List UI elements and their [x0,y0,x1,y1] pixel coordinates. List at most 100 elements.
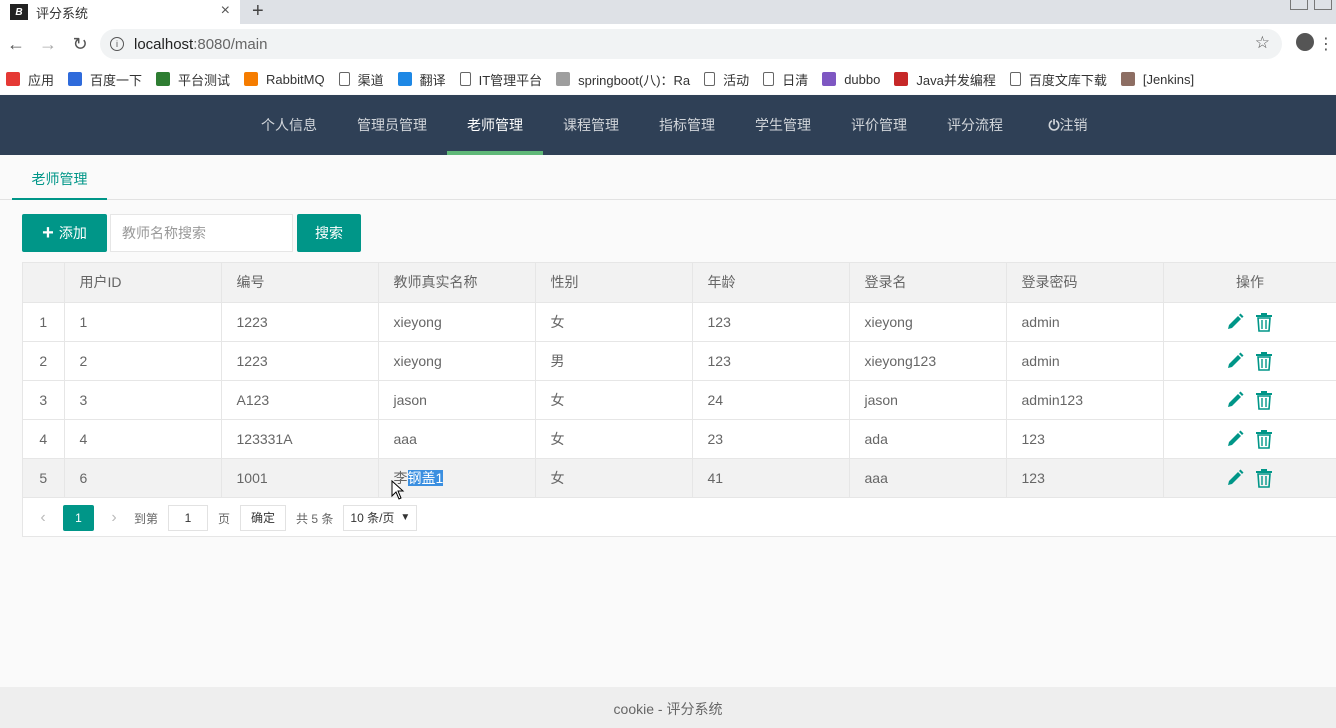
table-row[interactable]: 5 6 1001 李钢盖1 女 41 aaa 123 [23,458,1336,498]
header-index [23,263,65,303]
header-gender[interactable]: 性别 [535,263,693,303]
table-row[interactable]: 4 4 123331A aaa 女 23 ada 123 [23,419,1336,459]
cell-login-password: admin123 [1006,380,1164,420]
forward-icon[interactable]: → [32,34,64,55]
bookmark-item[interactable]: dubbo [822,72,880,87]
cell-teacher-name: aaa [378,419,536,459]
edit-icon[interactable] [1226,391,1244,409]
prev-page-icon[interactable]: ‹ [29,509,57,527]
header-login-name[interactable]: 登录名 [849,263,1007,303]
bookmark-item[interactable]: 活动 [704,70,749,89]
back-icon[interactable]: ← [0,34,32,55]
bookmark-item[interactable]: IT管理平台 [459,70,542,89]
table-row[interactable]: 2 2 1223 xieyong 男 123 xieyong123 admin [23,341,1336,381]
next-page-icon[interactable]: › [100,509,128,527]
browser-tab-bar: B 评分系统 × + [0,0,1336,24]
bookmark-item[interactable]: 渠道 [338,70,384,89]
table-row[interactable]: 1 1 1223 xieyong 女 123 xieyong admin [23,302,1336,342]
cell-row-index: 4 [23,419,65,459]
cell-gender: 女 [535,458,693,498]
cell-teacher-name: xieyong [378,302,536,342]
pagination: ‹ 1 › 到第 1 页 确定 共 5 条 10 条/页 ▼ [23,499,1336,537]
teacher-search-input[interactable] [110,214,293,252]
minimize-icon[interactable] [1290,0,1308,10]
cell-teacher-name: jason [378,380,536,420]
bookmark-item[interactable]: Java并发编程 [894,70,996,89]
goto-confirm-button[interactable]: 确定 [240,505,287,531]
cell-login-password: admin [1006,302,1164,342]
bookmark-item[interactable]: springboot(八)：Ra [556,70,690,89]
nav-item-student-management[interactable]: 学生管理 [747,95,819,155]
cell-row-index: 2 [23,341,65,381]
bookmark-item[interactable]: RabbitMQ [244,72,325,87]
delete-icon[interactable] [1254,312,1274,332]
edit-icon[interactable] [1226,430,1244,448]
cell-login-name: xieyong123 [849,341,1007,381]
bookmark-item[interactable]: 翻译 [397,70,446,89]
site-info-icon[interactable]: i [110,37,124,51]
edit-icon[interactable] [1226,469,1244,487]
cell-age: 123 [692,302,850,342]
tab-teacher-management[interactable]: 老师管理 [12,155,107,200]
cell-login-name: aaa [849,458,1007,498]
page-size-select[interactable]: 10 条/页 ▼ [343,505,418,531]
teacher-table: 用户ID 编号 教师真实名称 性别 年龄 登录名 登录密码 操作 1 1 1223 x… [22,262,1336,537]
bookmark-item[interactable]: 应用 [6,70,54,89]
nav-item-logout[interactable]: ⏻注销 [1037,95,1099,155]
cell-login-password: 123 [1006,419,1164,459]
edit-icon[interactable] [1226,352,1244,370]
account-icon[interactable] [1296,33,1314,51]
header-age[interactable]: 年龄 [692,263,850,303]
maximize-icon[interactable] [1314,0,1332,10]
bookmark-label: dubbo [844,71,881,87]
browser-tab[interactable]: B 评分系统 × [0,0,240,24]
browser-menu-icon[interactable]: ⋮ [1318,34,1334,54]
cell-actions [1163,458,1336,498]
nav-item-course-management[interactable]: 课程管理 [555,95,627,155]
nav-item-scoring-process[interactable]: 评分流程 [939,95,1011,155]
logout-label: 注销 [1059,117,1088,133]
cell-teacher-name: xieyong [378,341,536,381]
total-count: 共 5 条 [296,511,334,526]
address-bar[interactable]: i localhost:8080/main ☆ [100,29,1282,59]
cell-number: 1001 [221,458,379,498]
goto-page-input[interactable]: 1 [168,505,209,531]
tab-close-icon[interactable]: × [221,2,230,20]
nav-item-personal-info[interactable]: 个人信息 [253,95,325,155]
header-number[interactable]: 编号 [221,263,379,303]
bookmark-item[interactable]: 百度一下 [68,70,142,89]
header-user-id[interactable]: 用户ID [64,263,222,303]
bookmark-favicon-icon [1120,72,1135,86]
nav-item-indicator-management[interactable]: 指标管理 [651,95,723,155]
delete-icon[interactable] [1254,390,1274,410]
add-label: 添加 [58,225,87,241]
nav-item-admin-management[interactable]: 管理员管理 [349,95,435,155]
edit-icon[interactable] [1226,313,1244,331]
search-button[interactable]: 搜索 [297,214,361,252]
sub-tab-bar: 老师管理 [0,155,1336,200]
nav-item-evaluation-management[interactable]: 评价管理 [843,95,915,155]
bookmark-item[interactable]: [Jenkins] [1120,72,1194,87]
bookmark-item[interactable]: 平台测试 [156,70,230,89]
bookmark-star-icon[interactable]: ☆ [1255,33,1270,53]
nav-item-teacher-management[interactable]: 老师管理 [447,95,543,155]
cell-user-id: 6 [64,458,222,498]
cell-user-id: 3 [64,380,222,420]
delete-icon[interactable] [1254,468,1274,488]
new-tab-icon[interactable]: + [252,0,264,22]
reload-icon[interactable]: ↻ [64,34,96,55]
table-row[interactable]: 3 3 A123 jason 女 24 jason admin123 [23,380,1336,420]
header-teacher-name[interactable]: 教师真实名称 [378,263,536,303]
bookmark-favicon-icon [556,72,571,86]
add-teacher-button[interactable]: + 添加 [22,214,107,252]
delete-icon[interactable] [1254,351,1274,371]
bookmark-label: 翻译 [419,72,446,88]
current-page-button[interactable]: 1 [63,505,94,531]
header-login-password[interactable]: 登录密码 [1006,263,1164,303]
delete-icon[interactable] [1254,429,1274,449]
bookmark-item[interactable]: 日清 [763,70,808,89]
page-icon [338,72,350,86]
header-actions: 操作 [1163,263,1336,303]
bookmark-item[interactable]: 百度文库下载 [1009,70,1107,89]
page-footer: cookie - 评分系统 [0,687,1336,728]
